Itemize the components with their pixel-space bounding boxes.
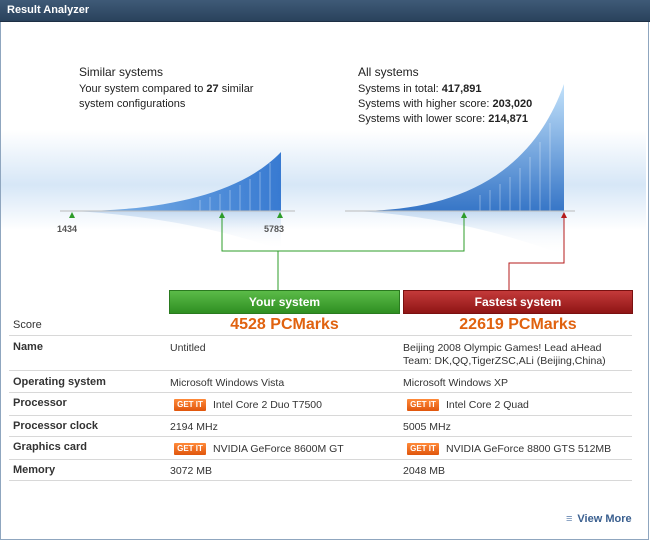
fastest-os: Microsoft Windows XP <box>403 377 509 389</box>
score-label: Score <box>13 319 42 331</box>
row-divider <box>9 415 632 416</box>
distribution-charts <box>60 84 575 290</box>
lower-label: Systems with lower score: <box>358 113 489 125</box>
similar-desc-pre: Your system compared to <box>79 83 207 95</box>
your-processor: Intel Core 2 Duo T7500 <box>213 399 322 411</box>
similar-min-label: 1434 <box>57 224 78 234</box>
similar-max-label: 5783 <box>264 224 285 234</box>
get-it-button[interactable]: GET IT <box>407 399 439 411</box>
similar-desc-post: similar <box>218 83 254 95</box>
fastest-system-header: Fastest system <box>403 290 633 314</box>
your-os: Microsoft Windows Vista <box>170 377 285 389</box>
all-systems-title: All systems <box>358 65 419 79</box>
get-it-button[interactable]: GET IT <box>174 443 206 455</box>
total-value: 417,891 <box>441 83 482 95</box>
total-label: Systems in total: <box>358 83 442 95</box>
fastest-name-line2: Team: DK,QQ,TigerZSC,ALi (Beijing,China) <box>403 355 606 367</box>
row-divider <box>9 335 632 336</box>
similar-count: 27 <box>206 83 219 95</box>
view-more-label: View More <box>577 513 632 525</box>
get-it-button[interactable]: GET IT <box>407 443 439 455</box>
row-divider <box>9 459 632 460</box>
view-more-link[interactable]: ≡ View More <box>566 513 632 525</box>
your-system-header: Your system <box>169 290 400 314</box>
fastest-name-line1: Beijing 2008 Olympic Games! Lead aHead <box>403 342 602 354</box>
fastest-clock: 5005 MHz <box>403 421 451 433</box>
similar-systems-desc: Your system compared to 27 similar syste… <box>79 82 253 112</box>
processor-label: Processor <box>13 397 67 409</box>
higher-value: 203,020 <box>492 98 533 110</box>
row-divider <box>9 480 632 481</box>
fastest-score: 22619 PCMarks <box>459 316 577 333</box>
higher-label: Systems with higher score: <box>358 98 493 110</box>
min-marker-icon <box>69 212 75 218</box>
graphics-label: Graphics card <box>13 441 87 453</box>
list-icon: ≡ <box>566 513 573 525</box>
memory-label: Memory <box>13 464 56 476</box>
your-memory: 3072 MB <box>170 465 213 477</box>
your-score: 4528 PCMarks <box>230 316 339 333</box>
row-divider <box>9 370 632 371</box>
fastest-graphics: NVIDIA GeForce 8800 GTS 512MB <box>446 443 612 455</box>
similar-systems-title: Similar systems <box>79 65 164 79</box>
your-clock: 2194 MHz <box>170 421 218 433</box>
fastest-processor: Intel Core 2 Quad <box>446 399 529 411</box>
your-graphics: NVIDIA GeForce 8600M GT <box>213 443 344 455</box>
fastest-memory: 2048 MB <box>403 465 446 477</box>
name-label: Name <box>13 341 43 353</box>
get-it-button[interactable]: GET IT <box>174 399 206 411</box>
clock-label: Processor clock <box>13 420 98 432</box>
row-divider <box>9 436 632 437</box>
row-divider <box>9 392 632 393</box>
all-systems-stats: Systems in total: 417,891 Systems with h… <box>358 82 532 127</box>
lower-value: 214,871 <box>488 113 528 125</box>
similar-desc-line2: system configurations <box>79 98 186 110</box>
your-name: Untitled <box>170 342 206 354</box>
os-label: Operating system <box>13 376 106 388</box>
